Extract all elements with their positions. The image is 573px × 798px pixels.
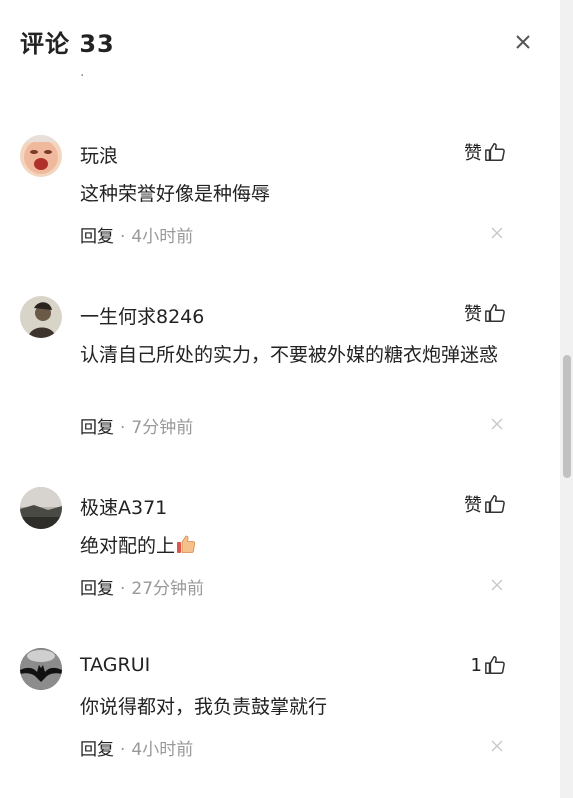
- delete-icon[interactable]: [490, 739, 504, 753]
- crying-baby-avatar-icon: [20, 135, 62, 177]
- like-button[interactable]: 1: [471, 651, 506, 679]
- like-label: 赞: [464, 143, 482, 164]
- thumbs-up-icon: [485, 304, 505, 322]
- username[interactable]: 极速A371: [80, 493, 167, 520]
- avatar[interactable]: [20, 648, 62, 690]
- separator-dot: ·: [120, 418, 126, 438]
- timestamp: 4小时前: [131, 740, 194, 760]
- comment-text: 你说得都对，我负责鼓掌就行: [80, 696, 328, 718]
- comment-meta: 回复 · 4小时前: [80, 735, 193, 760]
- like-button[interactable]: 赞: [464, 490, 506, 518]
- delete-icon[interactable]: [490, 578, 504, 592]
- comment-meta: 回复 · 7分钟前: [80, 413, 193, 438]
- reply-button[interactable]: 回复: [80, 227, 114, 247]
- comment-count: 33: [79, 30, 115, 58]
- comment-list[interactable]: · 玩浪 赞 这种荣誉好像是种侮辱 回复 · 4小时前 一生何求8246 赞 认…: [0, 0, 560, 798]
- username[interactable]: TAGRUI: [80, 654, 150, 676]
- separator-dot: ·: [120, 227, 126, 247]
- scrollbar-thumb[interactable]: [563, 355, 571, 478]
- comment-meta: 回复 · 27分钟前: [80, 574, 204, 599]
- like-label: 赞: [464, 495, 482, 516]
- comment-text-content: 绝对配的上: [80, 535, 176, 557]
- thumbs-up-icon: [485, 143, 505, 161]
- like-label: 赞: [464, 304, 482, 325]
- delete-icon[interactable]: [490, 226, 504, 240]
- delete-icon[interactable]: [490, 417, 504, 431]
- comment-text: 绝对配的上: [80, 532, 510, 561]
- like-button[interactable]: 赞: [464, 299, 506, 327]
- avatar[interactable]: [20, 487, 62, 529]
- timestamp: 4小时前: [131, 227, 194, 247]
- close-icon[interactable]: [512, 31, 534, 53]
- username[interactable]: 一生何求8246: [80, 302, 204, 329]
- timestamp: 27分钟前: [131, 579, 205, 599]
- reply-button[interactable]: 回复: [80, 740, 114, 760]
- thumbs-up-icon: [485, 656, 505, 674]
- like-count: 1: [470, 654, 482, 676]
- avatar[interactable]: [20, 296, 62, 338]
- timestamp: 7分钟前: [131, 418, 194, 438]
- batman-avatar-icon: [20, 648, 62, 690]
- comment-text: 认清自己所处的实力，不要被外媒的糖衣炮弹迷惑: [80, 344, 499, 366]
- separator-dot: ·: [120, 740, 126, 760]
- landscape-avatar-icon: [20, 487, 62, 529]
- thumbs-up-emoji-icon: [177, 535, 196, 553]
- comments-header: 评论 33: [0, 0, 560, 70]
- title-label: 评论: [20, 30, 70, 58]
- reply-button[interactable]: 回复: [80, 418, 114, 438]
- separator-dot: ·: [120, 579, 126, 599]
- like-button[interactable]: 赞: [464, 138, 506, 166]
- comment-meta: 回复 · 4小时前: [80, 222, 193, 247]
- thumbs-up-icon: [485, 495, 505, 513]
- page-title: 评论 33: [20, 24, 115, 59]
- username[interactable]: 玩浪: [80, 141, 118, 168]
- avatar[interactable]: [20, 135, 62, 177]
- comments-panel: · 玩浪 赞 这种荣誉好像是种侮辱 回复 · 4小时前 一生何求8246 赞 认…: [0, 0, 573, 798]
- portrait-avatar-icon: [20, 296, 62, 338]
- reply-button[interactable]: 回复: [80, 579, 114, 599]
- comment-text: 这种荣誉好像是种侮辱: [80, 183, 271, 205]
